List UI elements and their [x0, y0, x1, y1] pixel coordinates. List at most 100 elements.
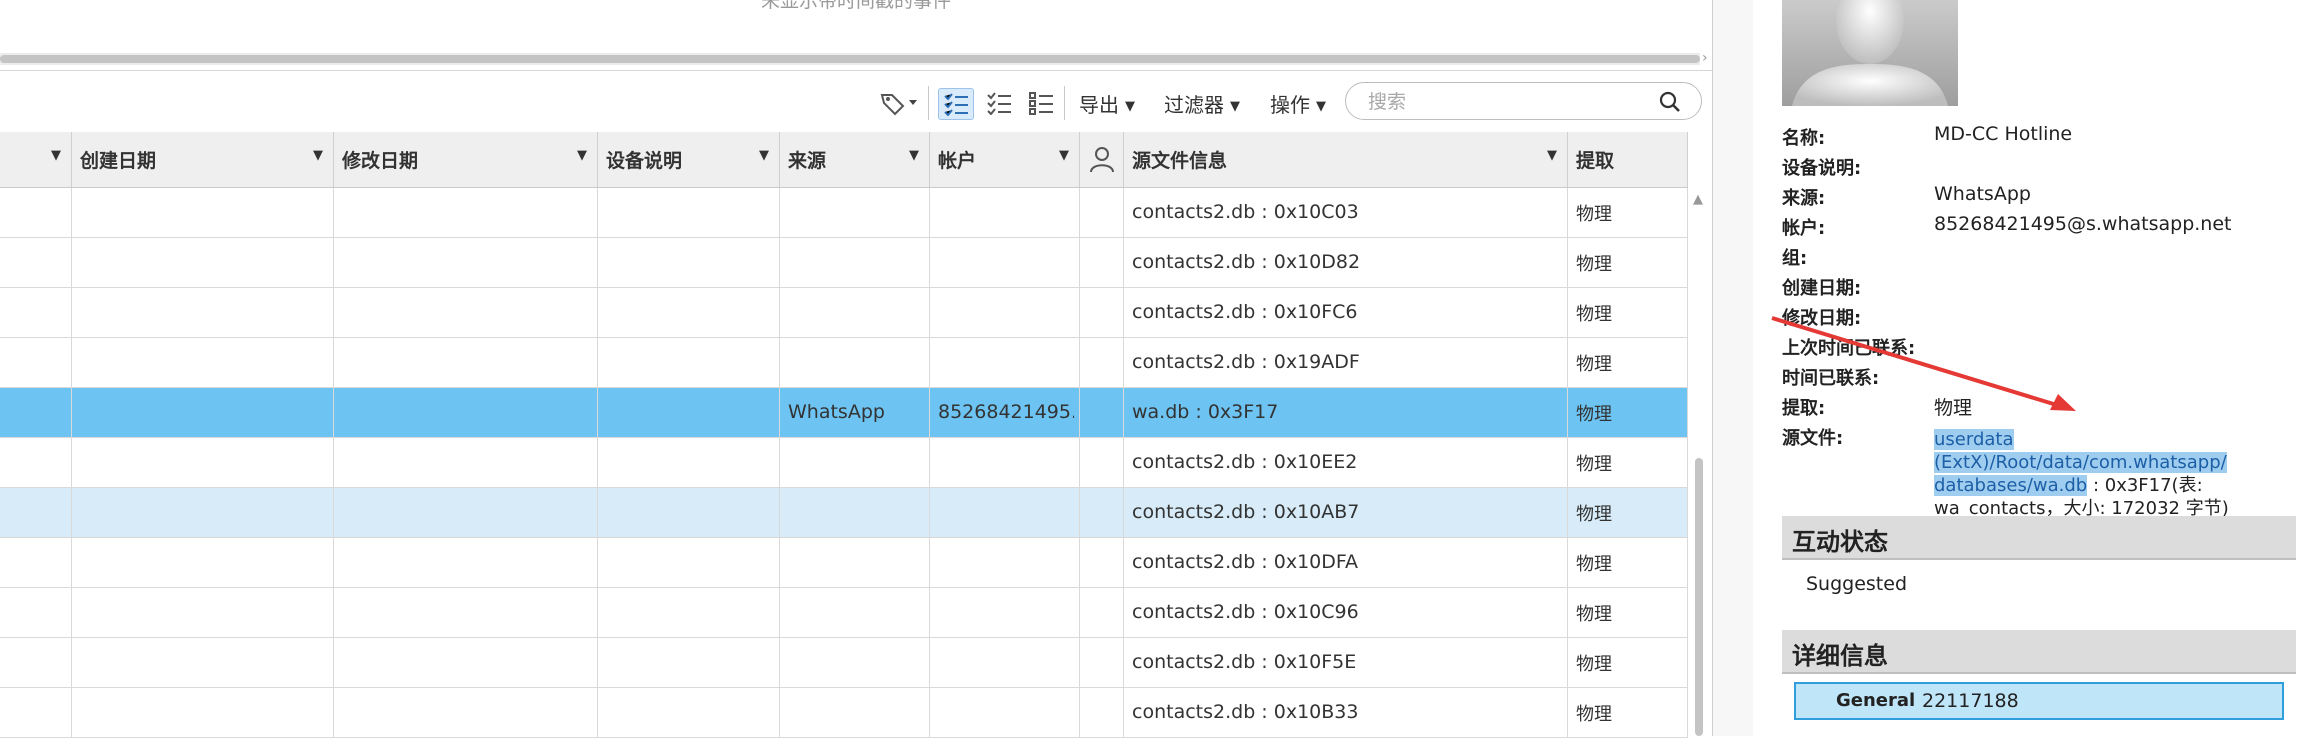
cell-prev: [0, 188, 72, 237]
table-row[interactable]: contacts2.db : 0x10AB7 物理: [0, 488, 1688, 538]
cell-extraction-text: 物理: [1576, 554, 1612, 575]
table-row[interactable]: contacts2.db : 0x10C03 物理: [0, 188, 1688, 238]
cell-prev: [0, 688, 72, 737]
sort-down-icon[interactable]: ▼: [313, 148, 323, 163]
cell-account: [930, 488, 1080, 537]
cell-source: [780, 538, 930, 587]
column-header-source[interactable]: 来源 ▼: [780, 132, 930, 187]
details-section-header[interactable]: 详细信息: [1782, 630, 2296, 674]
pane-splitter[interactable]: [1713, 0, 1753, 736]
cell-prev: [0, 638, 72, 687]
export-menu[interactable]: 导出 ▼: [1079, 89, 1135, 118]
search-input[interactable]: [1366, 89, 1650, 115]
column-header-prev[interactable]: ▼: [0, 132, 72, 187]
cell-source: [780, 638, 930, 687]
cell-created: [72, 388, 334, 437]
table-row[interactable]: contacts2.db : 0x19ADF 物理: [0, 338, 1688, 388]
cell-source: [780, 188, 930, 237]
cell-created: [72, 638, 334, 687]
list-toolbar: 导出 ▼ 过滤器 ▼ 操作 ▼: [0, 78, 1712, 128]
column-header-created[interactable]: 创建日期 ▼: [72, 132, 334, 187]
cell-modified: [334, 188, 598, 237]
table-row[interactable]: contacts2.db : 0x10DFA 物理: [0, 538, 1688, 588]
scroll-up-icon[interactable]: ▲: [1693, 192, 1703, 207]
column-header-device[interactable]: 设备说明 ▼: [598, 132, 780, 187]
cell-prev: [0, 338, 72, 387]
source-file-path[interactable]: userdata (ExtX)/Root/data/com.whatsapp/: [1934, 429, 2227, 473]
check-list-icon[interactable]: [982, 88, 1016, 118]
cell-source: WhatsApp: [780, 388, 930, 437]
sort-down-icon[interactable]: ▼: [1547, 148, 1557, 163]
filter-label: 过滤器: [1164, 93, 1224, 117]
prop-label: 帐户:: [1782, 218, 1826, 239]
cell-extraction: 物理: [1568, 638, 1688, 687]
timeline-scrollbar-thumb[interactable]: [0, 55, 1700, 63]
general-info-row[interactable]: General 22117188: [1794, 682, 2284, 720]
source-file-path-2[interactable]: databases/wa.db: [1934, 475, 2088, 496]
search-icon[interactable]: [1652, 87, 1688, 117]
cell-source: [780, 688, 930, 737]
cell-modified: [334, 388, 598, 437]
table-row[interactable]: contacts2.db : 0x10EE2 物理: [0, 438, 1688, 488]
table-row[interactable]: contacts2.db : 0x10C96 物理: [0, 588, 1688, 638]
column-header-srcfile[interactable]: 源文件信息 ▼: [1124, 132, 1568, 187]
cell-modified: [334, 638, 598, 687]
cell-extraction: 物理: [1568, 438, 1688, 487]
sort-down-icon[interactable]: ▼: [51, 148, 61, 163]
cell-account-text: 85268421495...: [938, 401, 1074, 423]
cell-modified: [334, 288, 598, 337]
cell-person: [1080, 438, 1124, 487]
timeline-pane: 未显示带时间戳的事件 ›: [0, 0, 1713, 71]
cell-prev: [0, 388, 72, 437]
column-header-modified[interactable]: 修改日期 ▼: [334, 132, 598, 187]
scroll-right-icon[interactable]: ›: [1702, 50, 1708, 66]
cell-extraction: 物理: [1568, 488, 1688, 537]
column-header-person[interactable]: [1080, 132, 1124, 187]
cell-modified: [334, 488, 598, 537]
cell-srcfile-text: contacts2.db : 0x10DFA: [1132, 551, 1359, 573]
table-row[interactable]: contacts2.db : 0x10D82 物理: [0, 238, 1688, 288]
cell-extraction: 物理: [1568, 288, 1688, 337]
table-row[interactable]: contacts2.db : 0x10FC6 物理: [0, 288, 1688, 338]
chevron-down-icon: ▼: [1316, 99, 1326, 114]
tag-icon[interactable]: [876, 88, 922, 118]
cell-modified: [334, 238, 598, 287]
prop-label: 设备说明:: [1782, 158, 1862, 179]
cell-created: [72, 238, 334, 287]
column-header-account[interactable]: 帐户 ▼: [930, 132, 1080, 187]
cell-source: [780, 338, 930, 387]
source-file-value[interactable]: userdata (ExtX)/Root/data/com.whatsapp/ …: [1934, 428, 2310, 520]
table-row[interactable]: contacts2.db : 0x10F5E 物理: [0, 638, 1688, 688]
toolbar-separator: [928, 86, 929, 120]
detail-list-icon[interactable]: [1024, 88, 1058, 118]
cell-person: [1080, 238, 1124, 287]
column-header-extraction[interactable]: 提取: [1568, 132, 1688, 187]
cell-srcfile-text: contacts2.db : 0x19ADF: [1132, 351, 1360, 373]
cell-prev: [0, 238, 72, 287]
interaction-section-header[interactable]: 互动状态: [1782, 516, 2296, 560]
cell-srcfile-text: contacts2.db : 0x10D82: [1132, 251, 1361, 273]
cell-device: [598, 388, 780, 437]
filter-menu[interactable]: 过滤器 ▼: [1164, 89, 1240, 118]
grid-vertical-scrollbar[interactable]: ▲: [1690, 188, 1708, 736]
cell-account: [930, 638, 1080, 687]
table-row[interactable]: WhatsApp 85268421495... wa.db : 0x3F17 物理: [0, 388, 1688, 438]
cell-person: [1080, 588, 1124, 637]
cell-device: [598, 238, 780, 287]
actions-menu[interactable]: 操作 ▼: [1270, 89, 1326, 118]
cell-person: [1080, 338, 1124, 387]
timeline-empty-message: 未显示带时间戳的事件: [760, 0, 951, 12]
sort-down-icon[interactable]: ▼: [577, 148, 587, 163]
checklist-view-icon[interactable]: [938, 88, 974, 120]
grid-scrollbar-thumb[interactable]: [1695, 458, 1703, 736]
cell-extraction-text: 物理: [1576, 354, 1612, 375]
sort-down-icon[interactable]: ▼: [759, 148, 769, 163]
cell-source: [780, 288, 930, 337]
sort-down-icon[interactable]: ▼: [1059, 148, 1069, 163]
table-row[interactable]: contacts2.db : 0x10B33 物理: [0, 688, 1688, 738]
contact-avatar: [1782, 0, 1958, 106]
sort-down-icon[interactable]: ▼: [909, 148, 919, 163]
cell-device: [598, 188, 780, 237]
cell-srcfile: contacts2.db : 0x10DFA: [1124, 538, 1568, 587]
cell-extraction: 物理: [1568, 588, 1688, 637]
